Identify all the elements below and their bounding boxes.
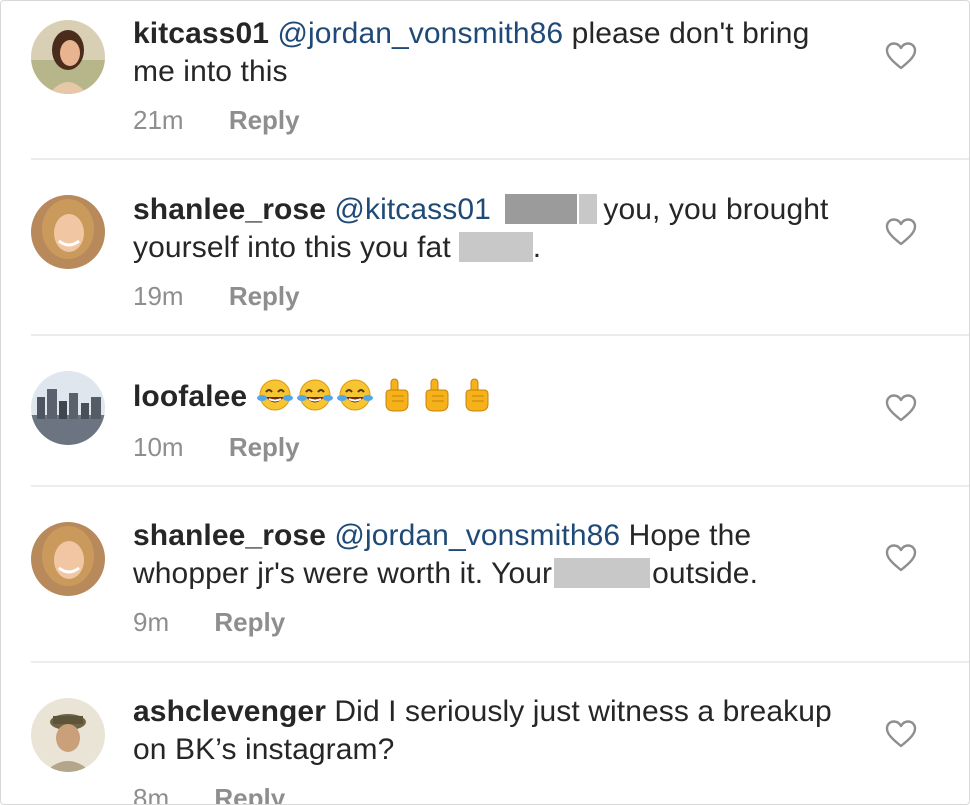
heart-outline-icon[interactable] <box>885 543 917 573</box>
divider <box>31 158 969 160</box>
comment-meta: 21m Reply <box>133 105 300 135</box>
backhand-index-pointing-up-icon <box>376 376 414 414</box>
reply-button[interactable]: Reply <box>229 105 300 135</box>
comment-meta: 10m Reply <box>133 432 300 462</box>
heart-outline-icon[interactable] <box>885 719 917 749</box>
divider <box>31 485 969 487</box>
comment-mention[interactable]: @kitcass01 <box>334 193 491 226</box>
comment-meta: 8m Reply <box>133 783 285 804</box>
comment-username[interactable]: loofalee <box>133 380 247 413</box>
reply-button[interactable]: Reply <box>229 281 300 311</box>
emoji-row <box>256 378 496 413</box>
avatar[interactable] <box>31 698 105 772</box>
comment-meta: 19m Reply <box>133 281 300 311</box>
heart-outline-icon[interactable] <box>885 217 917 247</box>
reply-button[interactable]: Reply <box>229 432 300 462</box>
comment-username[interactable]: ashclevenger <box>133 695 326 728</box>
backhand-index-pointing-up-icon <box>416 376 454 414</box>
divider <box>31 334 969 336</box>
divider <box>31 661 969 663</box>
comment-username[interactable]: kitcass01 <box>133 17 269 50</box>
comment-body-end: . <box>532 231 542 264</box>
comment-mention[interactable]: @jordan_vonsmith86 <box>334 519 620 552</box>
comment-text: shanlee_rose @kitcass01 you, you brought… <box>133 191 853 267</box>
comment-time[interactable]: 8m <box>133 783 169 804</box>
face-with-tears-of-joy-icon <box>336 376 374 414</box>
comment-mention[interactable]: @jordan_vonsmith86 <box>277 17 563 50</box>
avatar[interactable] <box>31 371 105 445</box>
avatar[interactable] <box>31 195 105 269</box>
comment-meta: 9m Reply <box>133 607 285 637</box>
comment-text: loofalee <box>133 376 853 416</box>
face-with-tears-of-joy-icon <box>256 376 294 414</box>
avatar[interactable] <box>31 20 105 94</box>
comment-time[interactable]: 9m <box>133 607 169 637</box>
censor-bar <box>579 194 598 224</box>
comments-panel: kitcass01 @jordan_vonsmith86 please don'… <box>0 0 970 805</box>
comment-time[interactable]: 21m <box>133 105 184 135</box>
comment-time[interactable]: 19m <box>133 281 184 311</box>
comment-text: shanlee_rose @jordan_vonsmith86 Hope the… <box>133 517 853 593</box>
reply-button[interactable]: Reply <box>214 783 285 804</box>
face-with-tears-of-joy-icon <box>296 376 334 414</box>
comment-text: ashclevenger Did I seriously just witnes… <box>133 693 853 769</box>
comment-text: kitcass01 @jordan_vonsmith86 please don'… <box>133 15 853 91</box>
censor-bar <box>505 194 578 224</box>
censor-bar <box>554 558 651 588</box>
comment-body-end: outside. <box>652 557 759 590</box>
comment-username[interactable]: shanlee_rose <box>133 519 326 552</box>
avatar[interactable] <box>31 522 105 596</box>
comment-time[interactable]: 10m <box>133 432 184 462</box>
heart-outline-icon[interactable] <box>885 393 917 423</box>
backhand-index-pointing-up-icon <box>456 376 494 414</box>
censor-bar <box>458 232 533 262</box>
reply-button[interactable]: Reply <box>214 607 285 637</box>
heart-outline-icon[interactable] <box>885 41 917 71</box>
comment-username[interactable]: shanlee_rose <box>133 193 326 226</box>
